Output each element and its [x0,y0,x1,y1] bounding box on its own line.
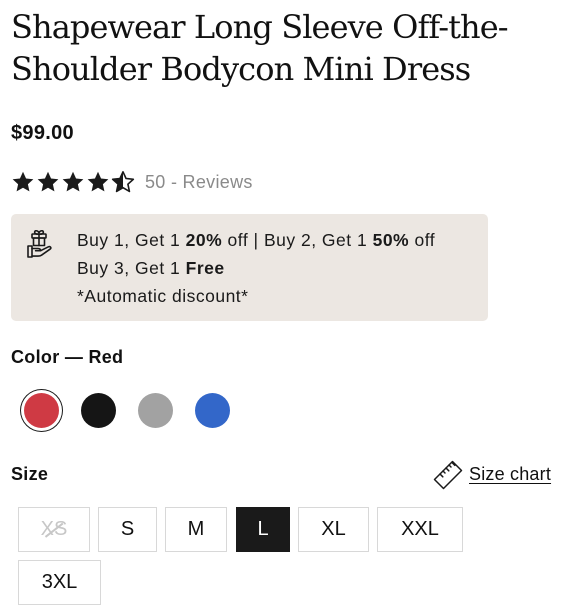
promo-text-segment: off | Buy 2, Get 1 [222,230,373,250]
color-label-text: Color [11,347,60,367]
size-option-l[interactable]: L [236,507,290,552]
size-chart-text: Size chart [469,463,552,484]
promo-free: Free [185,258,225,278]
product-title-line-1: Shapewear Long Sleeve Off-the- [11,8,509,46]
ruler-icon [433,460,463,490]
star-full-icon [87,171,109,192]
reviews-link[interactable]: 50 - Reviews [145,172,253,193]
rating-row[interactable]: 50 - Reviews [11,170,253,194]
star-rating [11,170,135,194]
promo-text-segment: Buy 3, Get 1 [77,258,186,278]
promo-line-1: Buy 1, Get 1 20% off | Buy 2, Get 1 50% … [77,226,435,254]
gift-hand-icon [27,229,52,258]
color-swatch-grey[interactable] [138,393,173,428]
color-swatch-black[interactable] [81,393,116,428]
size-option-m[interactable]: M [165,507,227,552]
size-option-xl[interactable]: XL [298,507,369,552]
promo-text-segment: Buy 1, Get 1 [77,230,186,250]
product-title-line-2: Shoulder Bodycon Mini Dress [11,50,471,88]
size-option-xxl[interactable]: XXL [377,507,463,552]
size-label: Size [11,464,49,484]
promo-line-2: Buy 3, Get 1 Free [77,254,435,282]
promo-discount-20: 20% [185,230,223,250]
star-full-icon [62,171,84,192]
product-price: $99.00 [11,122,74,144]
color-label: Color — Red [11,347,123,368]
size-option-s[interactable]: S [98,507,157,552]
size-option-3xl[interactable]: 3XL [18,560,101,605]
promo-text-segment: off [409,230,436,250]
color-separator: — [64,347,84,367]
color-swatch-blue[interactable] [195,393,230,428]
star-full-icon [37,171,59,192]
promo-banner: Buy 1, Get 1 20% off | Buy 2, Get 1 50% … [11,214,488,321]
color-swatch-red[interactable] [24,393,59,428]
promo-discount-50: 50% [372,230,410,250]
review-count: 50 [145,171,166,192]
review-label: Reviews [182,171,253,192]
promo-line-3: *Automatic discount* [77,286,249,306]
selected-color-name: Red [88,347,124,367]
star-half-icon [111,171,135,193]
size-chart-link[interactable]: Size chart [432,458,551,490]
promo-text: Buy 1, Get 1 20% off | Buy 2, Get 1 50% … [77,226,435,310]
review-separator: - [170,171,178,192]
star-full-icon [12,171,34,192]
product-title: Shapewear Long Sleeve Off-the- Shoulder … [11,6,571,90]
size-option-xs[interactable]: XS [18,507,90,552]
